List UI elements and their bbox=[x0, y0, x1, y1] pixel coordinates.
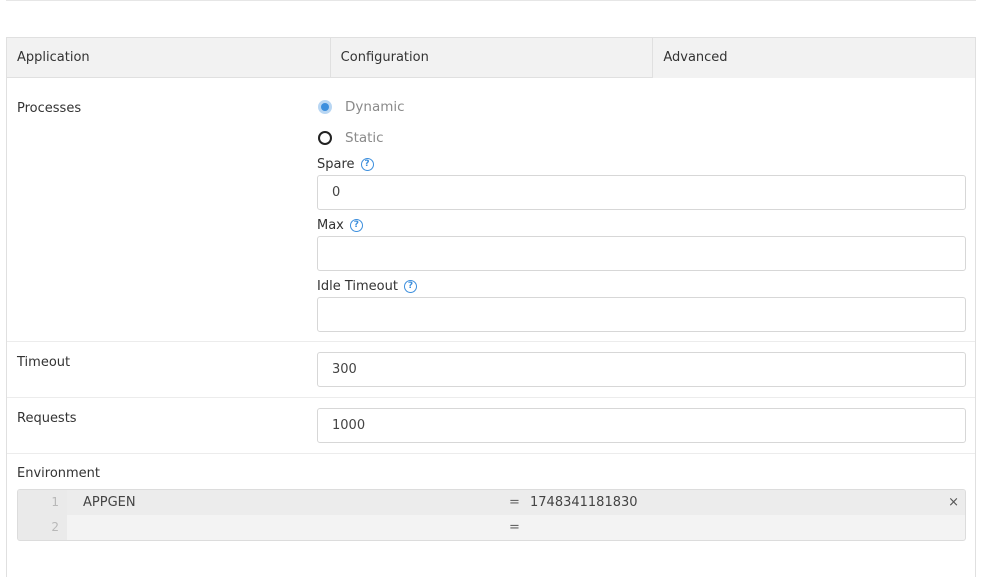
tab-configuration[interactable]: Configuration bbox=[329, 38, 653, 78]
spare-label: Spare ? bbox=[317, 157, 374, 172]
requests-label: Requests bbox=[17, 411, 77, 426]
requests-section: Requests 1000 bbox=[7, 398, 975, 454]
radio-dynamic[interactable]: Dynamic bbox=[318, 99, 405, 115]
tab-advanced[interactable]: Advanced bbox=[652, 38, 976, 78]
max-input[interactable] bbox=[317, 236, 966, 271]
env-row[interactable]: 2 = bbox=[18, 515, 965, 540]
timeout-label: Timeout bbox=[17, 355, 71, 370]
remove-row-icon[interactable]: × bbox=[948, 495, 959, 510]
top-divider bbox=[6, 0, 976, 1]
environment-label: Environment bbox=[17, 466, 101, 481]
timeout-section: Timeout 300 bbox=[7, 342, 975, 398]
settings-panel: Application Configuration Advanced Proce… bbox=[6, 37, 976, 577]
timeout-input[interactable]: 300 bbox=[317, 352, 966, 387]
max-label-text: Max bbox=[317, 218, 344, 233]
radio-checked-icon bbox=[318, 100, 332, 114]
env-value[interactable]: 1748341181830 bbox=[530, 495, 638, 510]
radio-dynamic-label: Dynamic bbox=[345, 99, 405, 115]
radio-static-label: Static bbox=[345, 130, 384, 146]
line-number: 2 bbox=[18, 515, 67, 540]
requests-input[interactable]: 1000 bbox=[317, 408, 966, 443]
env-equals: = bbox=[509, 495, 520, 510]
radio-unchecked-icon bbox=[318, 131, 332, 145]
help-icon[interactable]: ? bbox=[360, 158, 374, 171]
max-label: Max ? bbox=[317, 218, 363, 233]
environment-editor[interactable]: 1 APPGEN = 1748341181830 × 2 = bbox=[17, 489, 966, 541]
idle-timeout-label: Idle Timeout ? bbox=[317, 279, 417, 294]
env-key[interactable]: APPGEN bbox=[83, 495, 136, 510]
env-equals: = bbox=[509, 520, 520, 535]
spare-input[interactable]: 0 bbox=[317, 175, 966, 210]
spare-label-text: Spare bbox=[317, 157, 355, 172]
line-number: 1 bbox=[18, 490, 67, 515]
help-icon[interactable]: ? bbox=[403, 280, 417, 293]
tab-bar: Application Configuration Advanced bbox=[7, 38, 976, 78]
idle-timeout-label-text: Idle Timeout bbox=[317, 279, 398, 294]
processes-section: Processes Dynamic Static Spare ? 0 Max ?… bbox=[7, 79, 975, 342]
tab-application[interactable]: Application bbox=[7, 38, 330, 78]
help-icon[interactable]: ? bbox=[349, 219, 363, 232]
processes-label: Processes bbox=[17, 101, 82, 116]
radio-static[interactable]: Static bbox=[318, 130, 384, 146]
env-row[interactable]: 1 APPGEN = 1748341181830 × bbox=[18, 490, 965, 515]
idle-timeout-input[interactable] bbox=[317, 297, 966, 332]
